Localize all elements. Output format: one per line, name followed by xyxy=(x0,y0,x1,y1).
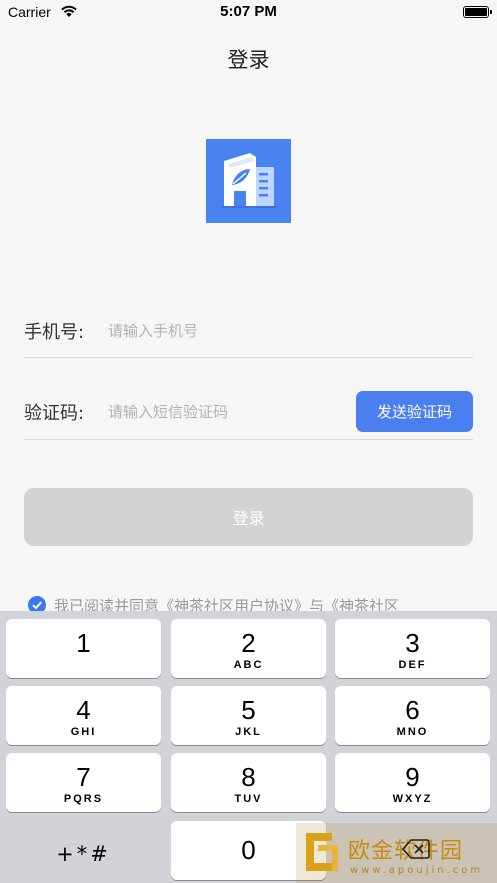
key-1[interactable]: 1 xyxy=(6,619,161,678)
key-5[interactable]: 5 JKL xyxy=(171,686,326,745)
watermark-subtitle: www.apoujin.com xyxy=(350,865,484,876)
key-6[interactable]: 6 MNO xyxy=(335,686,490,745)
key-digit: 4 xyxy=(76,695,91,725)
phone-input[interactable] xyxy=(108,318,328,344)
key-4[interactable]: 4 GHI xyxy=(6,686,161,745)
key-2[interactable]: 2 ABC xyxy=(171,619,326,678)
send-code-button[interactable]: 发送验证码 xyxy=(356,391,473,432)
status-time: 5:07 PM xyxy=(220,3,277,20)
key-letters: GHI xyxy=(70,726,97,738)
key-letters: WXYZ xyxy=(392,793,433,805)
key-digit: 2 xyxy=(241,628,256,658)
key-symbols[interactable]: +*# xyxy=(6,825,161,883)
key-8[interactable]: 8 TUV xyxy=(171,753,326,812)
delete-key-icon[interactable] xyxy=(402,838,430,860)
battery-icon xyxy=(463,6,492,18)
key-7[interactable]: 7 PQRS xyxy=(6,753,161,812)
code-input[interactable] xyxy=(108,399,328,425)
key-digit: 5 xyxy=(241,695,256,725)
login-button[interactable]: 登录 xyxy=(24,488,473,546)
key-3[interactable]: 3 DEF xyxy=(335,619,490,678)
code-label: 验证码: xyxy=(24,403,85,424)
phone-field-row: 手机号: xyxy=(24,308,473,358)
key-letters: PQRS xyxy=(63,793,104,805)
key-letters: JKL xyxy=(235,726,262,738)
key-letters: TUV xyxy=(234,793,263,805)
key-digit: 3 xyxy=(405,628,420,658)
building-leaf-icon xyxy=(221,153,277,208)
key-letters: DEF xyxy=(398,659,427,671)
code-field-row: 验证码: 发送验证码 xyxy=(24,389,473,440)
key-digit: 7 xyxy=(76,762,91,792)
key-digit: 8 xyxy=(241,762,256,792)
key-digit: 9 xyxy=(405,762,420,792)
key-9[interactable]: 9 WXYZ xyxy=(335,753,490,812)
app-logo xyxy=(206,139,291,223)
key-digit: 1 xyxy=(76,628,91,658)
watermark: 欧金软件园 www.apoujin.com xyxy=(296,823,497,883)
key-digit: 6 xyxy=(405,695,420,725)
phone-label: 手机号: xyxy=(24,322,85,343)
status-bar: Carrier 5:07 PM xyxy=(0,0,497,26)
key-letters: ABC xyxy=(233,659,264,671)
page-title: 登录 xyxy=(227,48,270,72)
watermark-logo-icon xyxy=(306,833,338,871)
key-letters: MNO xyxy=(396,726,429,738)
